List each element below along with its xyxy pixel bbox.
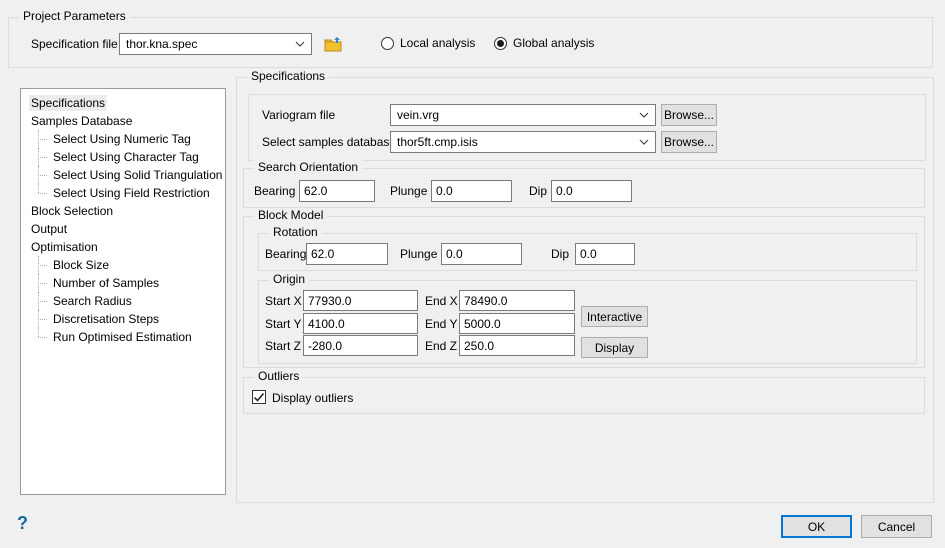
- start-x-label: Start X: [265, 294, 302, 308]
- tree-item-discretisation-steps[interactable]: Discretisation Steps: [21, 310, 225, 328]
- specification-file-value: thor.kna.spec: [126, 37, 291, 51]
- chevron-down-icon[interactable]: [295, 41, 305, 47]
- variogram-file-label: Variogram file: [262, 108, 335, 122]
- search-dip-field[interactable]: [551, 180, 632, 202]
- project-parameters-title: Project Parameters: [19, 9, 130, 23]
- specifications-title: Specifications: [247, 69, 329, 83]
- tree-item-select-using-character-tag[interactable]: Select Using Character Tag: [21, 148, 225, 166]
- end-x-field[interactable]: [459, 290, 575, 311]
- end-x-label: End X: [425, 294, 458, 308]
- rotation-dip-label: Dip: [551, 247, 569, 261]
- display-outliers-label[interactable]: Display outliers: [272, 391, 353, 405]
- samples-database-value: thor5ft.cmp.isis: [397, 135, 635, 149]
- chevron-down-icon[interactable]: [639, 139, 649, 145]
- ok-button[interactable]: OK: [781, 515, 852, 538]
- search-orientation-title: Search Orientation: [254, 160, 362, 174]
- folder-open-icon: [323, 36, 343, 53]
- radio-local-label: Local analysis: [400, 36, 475, 50]
- block-model-title: Block Model: [254, 208, 327, 222]
- end-z-field[interactable]: [459, 335, 575, 356]
- tree-item-select-using-numeric-tag[interactable]: Select Using Numeric Tag: [21, 130, 225, 148]
- radio-circle-selected-icon: [494, 37, 507, 50]
- origin-group: Origin Start X End X Start Y End Y Start…: [258, 280, 917, 364]
- search-plunge-field[interactable]: [431, 180, 512, 202]
- tree-item-select-using-solid-triangulation[interactable]: Select Using Solid Triangulation: [21, 166, 225, 184]
- start-y-field[interactable]: [303, 313, 418, 334]
- help-icon[interactable]: ?: [17, 513, 28, 534]
- search-bearing-label: Bearing: [254, 184, 295, 198]
- specification-file-label: Specification file: [31, 37, 118, 51]
- rotation-plunge-label: Plunge: [400, 247, 437, 261]
- search-dip-label: Dip: [529, 184, 547, 198]
- tree-item-block-size[interactable]: Block Size: [21, 256, 225, 274]
- tree-item-search-radius[interactable]: Search Radius: [21, 292, 225, 310]
- end-y-label: End Y: [425, 317, 457, 331]
- start-z-label: Start Z: [265, 339, 301, 353]
- cancel-button[interactable]: Cancel: [861, 515, 932, 538]
- start-z-field[interactable]: [303, 335, 418, 356]
- block-model-group: Block Model Rotation Bearing Plunge Dip …: [243, 216, 925, 368]
- tree-item-select-using-field-restriction[interactable]: Select Using Field Restriction: [21, 184, 225, 202]
- check-icon: [253, 391, 265, 403]
- rotation-plunge-field[interactable]: [441, 243, 522, 265]
- samples-database-combo[interactable]: thor5ft.cmp.isis: [390, 131, 656, 153]
- radio-local-analysis[interactable]: Local analysis: [381, 36, 475, 50]
- origin-title: Origin: [269, 272, 309, 286]
- tree-item-optimisation[interactable]: Optimisation: [21, 238, 225, 256]
- chevron-down-icon[interactable]: [639, 112, 649, 118]
- open-folder-button[interactable]: [321, 33, 345, 55]
- rotation-bearing-label: Bearing: [265, 247, 306, 261]
- end-y-field[interactable]: [459, 313, 575, 334]
- variogram-file-value: vein.vrg: [397, 108, 635, 122]
- samples-browse-button[interactable]: Browse...: [661, 131, 717, 153]
- rotation-group: Rotation Bearing Plunge Dip: [258, 233, 917, 271]
- radio-global-analysis[interactable]: Global analysis: [494, 36, 594, 50]
- specification-file-combo[interactable]: thor.kna.spec: [119, 33, 312, 55]
- display-button[interactable]: Display: [581, 337, 648, 358]
- outliers-group: Outliers Display outliers: [243, 377, 925, 414]
- rotation-title: Rotation: [269, 225, 322, 239]
- rotation-dip-field[interactable]: [575, 243, 635, 265]
- navigation-tree: Specifications Samples Database Select U…: [20, 88, 226, 495]
- files-panel: Variogram file vein.vrg Browse... Select…: [248, 94, 926, 161]
- end-z-label: End Z: [425, 339, 457, 353]
- specifications-group: Specifications Variogram file vein.vrg B…: [236, 77, 934, 503]
- tree-item-specifications[interactable]: Specifications: [21, 94, 225, 112]
- outliers-title: Outliers: [254, 369, 303, 383]
- radio-circle-icon: [381, 37, 394, 50]
- samples-database-label: Select samples database: [262, 135, 396, 149]
- variogram-browse-button[interactable]: Browse...: [661, 104, 717, 126]
- interactive-button[interactable]: Interactive: [581, 306, 648, 327]
- variogram-file-combo[interactable]: vein.vrg: [390, 104, 656, 126]
- start-y-label: Start Y: [265, 317, 301, 331]
- tree-item-output[interactable]: Output: [21, 220, 225, 238]
- display-outliers-checkbox[interactable]: [252, 390, 266, 404]
- rotation-bearing-field[interactable]: [306, 243, 388, 265]
- tree-item-samples-database[interactable]: Samples Database: [21, 112, 225, 130]
- tree-item-block-selection[interactable]: Block Selection: [21, 202, 225, 220]
- project-parameters-group: Project Parameters Specification file th…: [8, 17, 933, 68]
- search-orientation-group: Search Orientation Bearing Plunge Dip: [243, 168, 925, 208]
- search-bearing-field[interactable]: [299, 180, 375, 202]
- search-plunge-label: Plunge: [390, 184, 427, 198]
- radio-global-label: Global analysis: [513, 36, 594, 50]
- start-x-field[interactable]: [303, 290, 418, 311]
- tree-item-number-of-samples[interactable]: Number of Samples: [21, 274, 225, 292]
- tree-item-run-optimised-estimation[interactable]: Run Optimised Estimation: [21, 328, 225, 346]
